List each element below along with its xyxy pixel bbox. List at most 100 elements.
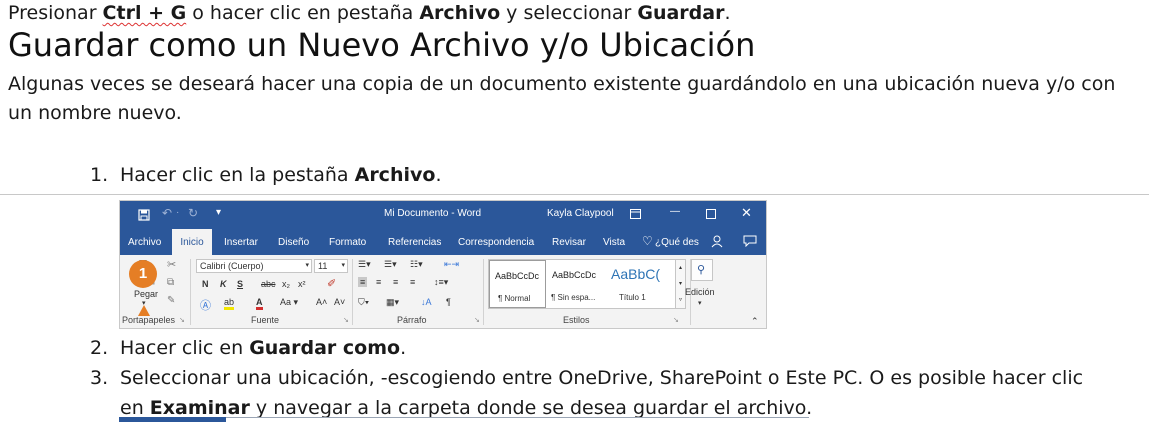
- font-size-value: 11: [318, 261, 328, 271]
- style-name: Título 1: [619, 293, 646, 302]
- launcher-icon: ↘: [179, 317, 185, 324]
- tab-referencias: Referencias: [388, 237, 442, 248]
- list-text: Hacer clic en Guardar como.: [120, 333, 406, 363]
- title-bar: ↶ · ↻ ▾ Mi Documento - Word Kayla Claypo…: [120, 201, 766, 228]
- tab-formato: Formato: [329, 237, 367, 248]
- highlight-icon: ab: [224, 297, 235, 310]
- comments-icon: [743, 235, 757, 247]
- body-paragraph: Algunas veces se deseará hacer una copia…: [8, 73, 1116, 124]
- underline-icon: S: [237, 279, 244, 289]
- borders-icon: ▦▾: [386, 297, 400, 307]
- strikethrough-icon: abc: [261, 279, 276, 289]
- shrink-font-icon: A˅: [334, 297, 346, 307]
- format-painter-icon: ✎: [167, 295, 176, 306]
- align-center-icon: ≡: [376, 277, 382, 287]
- launcher-icon: ↘: [474, 317, 480, 324]
- launcher-icon: ↘: [673, 317, 679, 324]
- font-name-dropdown-icon: ▾: [305, 262, 309, 269]
- maximize-icon: [706, 209, 716, 219]
- group-portapapeles: Portapapeles: [122, 315, 176, 325]
- sort-icon: ↓A: [421, 297, 432, 307]
- list-number: 3.: [90, 367, 109, 389]
- grow-font-icon: A˄: [316, 297, 328, 307]
- step-bold: Examinar: [149, 397, 250, 419]
- align-right-icon: ≡: [393, 277, 399, 287]
- indent-icon: ⇤⇥: [444, 259, 460, 269]
- user-name: Kayla Claypool: [547, 208, 614, 219]
- collapse-ribbon-icon: ⌃: [751, 316, 759, 326]
- list-number: 2.: [90, 337, 109, 359]
- justify-icon: ≡: [410, 277, 416, 287]
- group-parrafo: Párrafo: [397, 315, 427, 325]
- shortcut-key: Ctrl + G: [102, 2, 187, 24]
- step-end: .: [435, 164, 442, 186]
- tab-archivo: Archivo: [128, 237, 162, 248]
- font-name-value: Calibri (Cuerpo): [200, 261, 264, 271]
- tab-revisar: Revisar: [552, 237, 586, 248]
- tab-insertar: Insertar: [224, 237, 258, 248]
- intro-mid2: y seleccionar: [500, 2, 638, 24]
- page-divider: [0, 194, 1149, 195]
- redo-icon: ↻: [188, 206, 199, 220]
- shading-icon: ⛉▾: [358, 297, 370, 307]
- window-title: Mi Documento - Word: [384, 208, 482, 219]
- tab-vista: Vista: [603, 237, 626, 248]
- styles-gallery: AaBbCcDc ¶ Normal AaBbCcDc ¶ Sin espa...…: [488, 259, 676, 309]
- word-ribbon-image: ↶ · ↻ ▾ Mi Documento - Word Kayla Claypo…: [119, 200, 767, 329]
- step-end: y navegar a la carpeta donde se desea gu…: [249, 397, 813, 419]
- qat-customize-icon: ▾: [216, 207, 222, 218]
- close-icon: ✕: [741, 205, 752, 220]
- lightbulb-icon: ♡: [642, 234, 653, 248]
- group-divider: [190, 259, 191, 325]
- search-box: ⚲: [691, 259, 713, 281]
- copy-icon: ⧉: [167, 277, 175, 288]
- list-number: 1.: [90, 164, 109, 186]
- intro-pre: Presionar: [8, 2, 103, 24]
- intro-line: Presionar Ctrl + G o hacer clic en pesta…: [8, 2, 731, 24]
- font-name-box: Calibri (Cuerpo) ▾: [196, 259, 312, 273]
- step-text: Hacer clic en la pestaña: [120, 164, 355, 186]
- line-spacing-icon: ↕≡▾: [434, 277, 449, 287]
- pilcrow-icon: ¶: [446, 297, 451, 307]
- paste-label: Pegar: [134, 289, 159, 299]
- intro-mid: o hacer clic en pestaña: [186, 2, 420, 24]
- font-color-icon: A: [256, 297, 263, 310]
- section-heading: Guardar como un Nuevo Archivo y/o Ubicac…: [8, 26, 756, 64]
- list-text: Seleccionar una ubicación, -escogiendo e…: [120, 363, 1100, 423]
- ribbon-body: 1 Pegar ▾ ✂ ⧉ ✎ Portapapeles ↘ Calibri (…: [120, 255, 766, 328]
- superscript-icon: x²: [298, 279, 306, 289]
- style-preview: AaBbC(: [611, 266, 661, 282]
- ribbon-display-icon: [630, 209, 641, 219]
- minimize-icon: —: [670, 206, 680, 217]
- tab-diseno: Diseño: [278, 237, 310, 248]
- step-text: Hacer clic en: [120, 337, 250, 359]
- subscript-icon: x₂: [282, 279, 290, 289]
- editing-dropdown-icon: ▾: [698, 300, 702, 307]
- next-image-edge: [119, 417, 226, 422]
- multilevel-list-icon: ☷▾: [410, 259, 423, 269]
- style-preview: AaBbCcDc: [552, 270, 597, 280]
- styles-scroll: ▴ ▾ ▿: [676, 259, 686, 309]
- step-end: .: [400, 337, 407, 359]
- clear-format-icon: ✐: [327, 278, 337, 290]
- style-name: ¶ Sin espa...: [551, 293, 596, 302]
- style-name: ¶ Normal: [498, 294, 531, 303]
- step-badge: 1: [129, 260, 157, 288]
- cut-icon: ✂: [167, 259, 177, 271]
- paste-dropdown-icon: ▾: [142, 300, 146, 307]
- font-size-box: 11 ▾: [314, 259, 348, 273]
- text-effects-icon: Ⓐ: [200, 300, 211, 312]
- editing-label: Edición: [685, 287, 715, 297]
- numbering-icon: ☰▾: [384, 259, 397, 269]
- group-divider: [352, 259, 353, 325]
- intro-end: .: [724, 2, 731, 24]
- save-icon: [138, 209, 150, 221]
- intro-cmd: Guardar: [637, 2, 725, 24]
- list-text: Hacer clic en la pestaña Archivo.: [120, 160, 441, 190]
- step-bold: Archivo: [354, 164, 436, 186]
- italic-icon: K: [220, 279, 227, 289]
- change-case-icon: Aa ▾: [280, 297, 299, 307]
- tell-me-box: ¿Qué des: [655, 237, 699, 248]
- undo-dropdown-icon: ·: [176, 207, 180, 218]
- ribbon-tabs: Archivo Insertar Diseño Formato Referenc…: [120, 228, 766, 255]
